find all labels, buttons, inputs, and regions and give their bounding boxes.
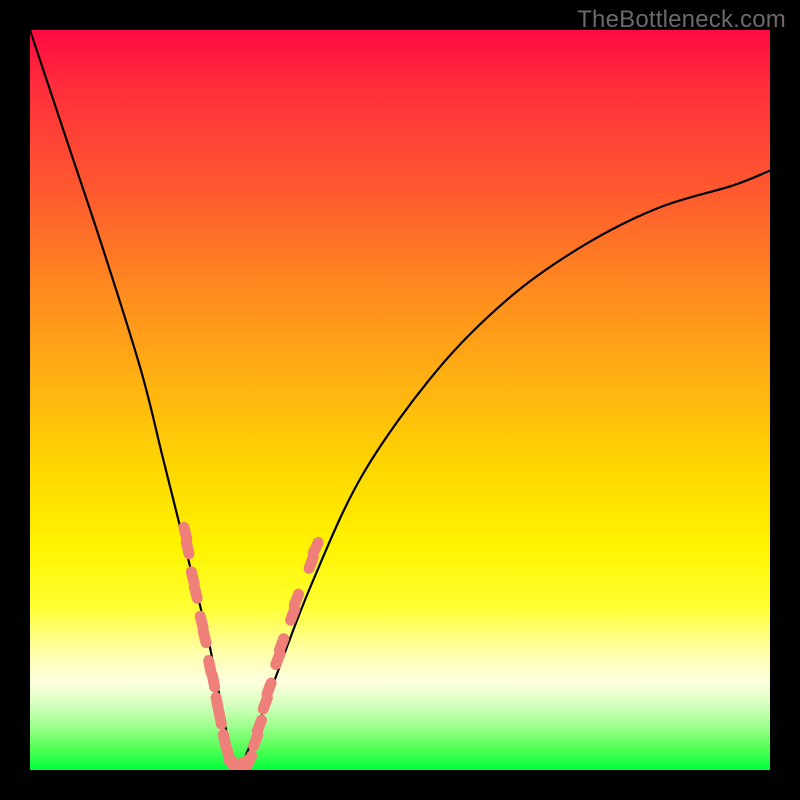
data-point-marker [212, 675, 214, 687]
data-point-marker [294, 594, 298, 605]
data-point-marker [267, 683, 271, 694]
data-point-marker [313, 543, 318, 554]
data-point-marker [186, 542, 189, 554]
bottleneck-curve-path [30, 30, 770, 770]
data-point-marker [279, 639, 283, 650]
data-point-marker [203, 631, 206, 643]
chart-svg [30, 30, 770, 770]
data-point-marker [194, 587, 197, 599]
plot-area [30, 30, 770, 770]
chart-frame: TheBottleneck.com [0, 0, 800, 800]
data-point-marker [246, 756, 251, 767]
data-point-marker [219, 712, 221, 724]
bottleneck-curve [30, 30, 770, 770]
data-point-marker [257, 720, 261, 731]
data-point-markers [184, 527, 318, 770]
watermark-text: TheBottleneck.com [577, 6, 786, 34]
